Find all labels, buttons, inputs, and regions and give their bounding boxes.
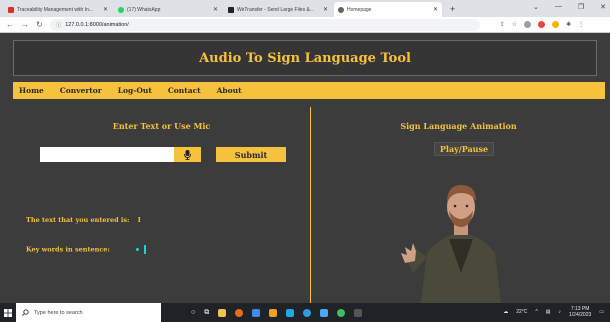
animation-heading: Sign Language Animation <box>400 121 517 131</box>
animation-panel: Sign Language Animation Play/Pause <box>312 107 605 303</box>
globe-icon <box>338 6 344 13</box>
chevron-down-icon[interactable]: ⌄ <box>533 3 539 11</box>
nav-logout[interactable]: Log-Out <box>118 86 152 95</box>
browser-tab[interactable]: Traceability Management with In... ✕ <box>4 2 112 17</box>
browser-tab-strip: Traceability Management with In... ✕ (17… <box>0 0 610 17</box>
search-icon <box>22 309 29 316</box>
close-icon[interactable]: ✕ <box>103 6 108 13</box>
app-icon[interactable] <box>286 308 295 317</box>
minimize-icon[interactable]: — <box>555 3 562 11</box>
star-icon[interactable]: ☆ <box>512 21 517 28</box>
web-page: Audio To Sign Language Tool Home Convert… <box>0 33 610 303</box>
weather-icon[interactable]: ☁ <box>503 309 508 315</box>
info-icon[interactable]: ⓘ <box>56 21 62 29</box>
nav-home[interactable]: Home <box>19 86 44 95</box>
chevron-up-icon[interactable]: ^ <box>535 309 537 315</box>
text-input[interactable] <box>40 147 174 162</box>
keyword-highlight <box>144 245 147 254</box>
page-title: Audio To Sign Language Tool <box>199 50 411 66</box>
puzzle-icon[interactable]: ✱ <box>566 21 571 28</box>
windows-logo-icon <box>4 308 12 317</box>
keywords-label: Key words in sentence: <box>26 245 110 254</box>
nav-contact[interactable]: Contact <box>168 86 201 95</box>
system-tray: ☁ 22°C ^ ▤ ♪ 7:13 PM 1/24/2023 ▭ <box>503 306 604 318</box>
taskbar-search[interactable]: Type here to search <box>16 303 161 322</box>
windows-start-button[interactable] <box>0 303 16 322</box>
app-icon[interactable] <box>354 308 363 317</box>
share-icon[interactable]: ⇪ <box>500 21 505 28</box>
address-bar: ← → ↻ ⓘ 127.0.0.1:8000/animation/ ⇪ ☆ ✱ … <box>0 17 610 33</box>
pinned-apps: ○ ⧉ <box>191 308 363 317</box>
app-icon[interactable] <box>269 308 278 317</box>
chrome-icon[interactable] <box>337 308 346 317</box>
keywords-line: Key words in sentence: <box>26 245 147 254</box>
close-icon[interactable]: ✕ <box>433 6 438 13</box>
tab-title: Traceability Management with In... <box>17 6 93 13</box>
wetransfer-icon <box>228 6 234 13</box>
reload-icon[interactable]: ↻ <box>36 20 43 29</box>
text-input-panel: Enter Text or Use Mic Submit The text th… <box>13 107 311 303</box>
favicon-icon <box>8 6 14 13</box>
app-icon[interactable] <box>320 308 329 317</box>
weather-text: 22°C <box>516 309 528 315</box>
nav-convertor[interactable]: Convertor <box>60 86 102 95</box>
site-header: Audio To Sign Language Tool <box>13 40 597 76</box>
keyword-dot <box>136 248 140 251</box>
taskbar: Type here to search ○ ⧉ ☁ 22°C ^ ▤ ♪ 7:1… <box>0 303 610 322</box>
new-tab-button[interactable]: + <box>444 2 461 17</box>
app-icon[interactable] <box>235 308 244 317</box>
entered-text-line: The text that you entered is: I <box>26 216 141 224</box>
extension-icon[interactable] <box>552 21 560 28</box>
input-heading: Enter Text or Use Mic <box>112 121 211 131</box>
maximize-icon[interactable]: ❐ <box>578 3 584 11</box>
window-controls: ⌄ — ❐ ✕ <box>533 3 606 11</box>
volume-icon[interactable]: ♪ <box>559 309 562 315</box>
whatsapp-icon <box>118 6 124 13</box>
url-field[interactable]: ⓘ 127.0.0.1:8000/animation/ <box>49 18 480 31</box>
browser-tab[interactable]: (17) WhatsApp ✕ <box>114 2 222 17</box>
clock[interactable]: 7:13 PM 1/24/2023 <box>569 306 591 318</box>
app-icon[interactable] <box>303 308 312 317</box>
browser-tab[interactable]: WeTransfer - Send Large Files &... ✕ <box>224 2 332 17</box>
signer-figure <box>401 185 501 303</box>
sign-animation-video[interactable] <box>401 169 521 303</box>
app-icon[interactable] <box>252 308 261 317</box>
close-window-icon[interactable]: ✕ <box>600 3 606 11</box>
clock-date: 1/24/2023 <box>569 312 592 318</box>
search-placeholder: Type here to search <box>34 309 83 316</box>
close-icon[interactable]: ✕ <box>213 6 218 13</box>
notification-icon[interactable]: ▭ <box>599 309 604 315</box>
mic-button[interactable] <box>174 147 201 162</box>
close-icon[interactable]: ✕ <box>323 6 328 13</box>
play-pause-button[interactable]: Play/Pause <box>434 142 494 156</box>
cortana-icon[interactable]: ○ <box>191 309 195 316</box>
microphone-icon <box>184 149 191 160</box>
main-nav: Home Convertor Log-Out Contact About <box>13 82 605 99</box>
entered-text-label: The text that you entered is: <box>26 216 130 224</box>
extension-icon[interactable] <box>538 21 546 28</box>
extension-icon[interactable] <box>524 21 532 28</box>
tab-title: (17) WhatsApp <box>127 6 161 13</box>
back-arrow-icon[interactable]: ← <box>6 20 14 29</box>
tab-title: WeTransfer - Send Large Files &... <box>237 6 314 13</box>
nav-about[interactable]: About <box>217 86 242 95</box>
input-row: Submit <box>40 147 286 162</box>
menu-dots-icon[interactable]: ⋮ <box>578 21 584 28</box>
tab-title: Homepage <box>347 6 372 13</box>
network-icon[interactable]: ▤ <box>546 309 551 315</box>
submit-button[interactable]: Submit <box>216 147 286 162</box>
entered-text-value: I <box>137 216 141 224</box>
task-view-icon[interactable]: ⧉ <box>204 309 209 317</box>
forward-arrow-icon[interactable]: → <box>21 20 29 29</box>
extensions-bar: ⇪ ☆ ✱ ⋮ <box>500 21 584 28</box>
url-text: 127.0.0.1:8000/animation/ <box>65 21 129 28</box>
file-explorer-icon[interactable] <box>218 308 227 317</box>
browser-tab-active[interactable]: Homepage ✕ <box>334 2 442 17</box>
